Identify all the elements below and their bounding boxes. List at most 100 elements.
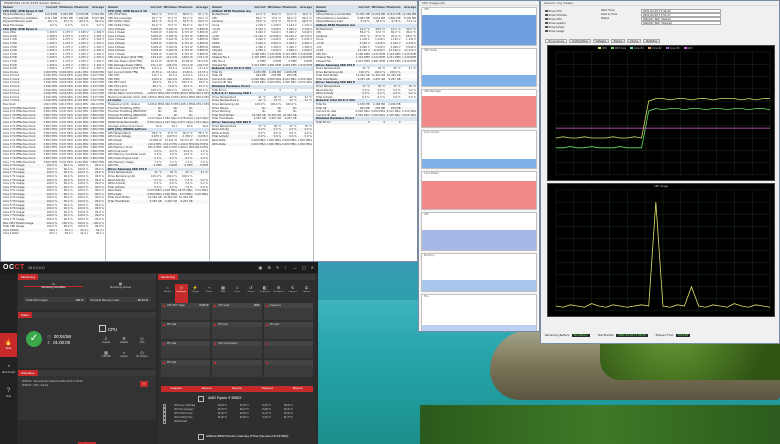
clear-log-button[interactable]: ✕ bbox=[140, 381, 148, 387]
log-viewer-window[interactable]: Generic Log Viewer Show CPU Show CPU Die S… bbox=[540, 0, 780, 344]
sensor-column-1[interactable]: Sensor Current Minimum Maximum Average CPU [#… bbox=[1, 6, 106, 261]
window-control-icon[interactable]: ✎ bbox=[276, 265, 279, 270]
monitor-tool-temp[interactable]: ♨ Temp bbox=[231, 284, 244, 304]
log-viewer-tab[interactable]: Statistics bbox=[642, 39, 660, 43]
checkbox[interactable] bbox=[545, 17, 548, 21]
hwinfo-window[interactable]: HWiNFO64 v6.41-4330 Sensor Status Sensor… bbox=[0, 0, 418, 262]
monitoring-tab[interactable]: ▭ Monitoring Simplifiée bbox=[24, 282, 83, 289]
sensor-tile[interactable]: PP Load bbox=[212, 322, 262, 339]
log-viewer-tab[interactable]: Cooling Fans bbox=[569, 39, 591, 43]
occt-monitoring-panel: Monitoring ⌂ Monitor ◷ Historique ⚡ Voltage ⌁ P… bbox=[158, 274, 316, 444]
monitor-tool-ram[interactable]: ▦ RAM bbox=[217, 284, 230, 304]
sensor-value: 0.000 MB/s bbox=[251, 142, 266, 146]
sensor-tile[interactable] bbox=[212, 360, 262, 377]
sensor-table-tab[interactable]: Moyenne bbox=[191, 386, 221, 392]
log-viewer-tab[interactable]: Powers bbox=[610, 39, 626, 43]
perf-graph[interactable]: VID bbox=[421, 212, 537, 251]
sensor-tile[interactable]: CPU Load 100% bbox=[212, 303, 262, 320]
sensor-table-tab[interactable]: Fréquence bbox=[161, 386, 191, 392]
checkbox[interactable] bbox=[545, 13, 548, 17]
sensor-tile[interactable]: Frequency bbox=[263, 303, 313, 320]
checkbox[interactable] bbox=[545, 21, 548, 25]
checkbox[interactable] bbox=[545, 25, 548, 29]
perf-graph[interactable]: Core Clocks bbox=[421, 130, 537, 169]
monitor-tool-frequence[interactable]: ◧ Frequence bbox=[258, 284, 271, 304]
legend-entry: Core #3 bbox=[665, 47, 680, 50]
occt-window[interactable]: OCCT V8.0.0.b11 ▣ ⚙ ✎ ☾ — ▢ ✕ 🔥 Tests ◔ Benchmark… bbox=[0, 262, 318, 444]
monitor-tool-ventilateurs[interactable]: ⚙ Ventilateurs bbox=[272, 284, 285, 304]
status-value: No battery bbox=[571, 334, 590, 337]
perf-graph[interactable]: Fan bbox=[421, 294, 537, 331]
checkbox[interactable] bbox=[545, 9, 548, 13]
sensor-row[interactable]: Total Host Reads 9,287 GB 9,287 GB 9,287 GB bbox=[106, 200, 209, 204]
sensor-tile[interactable] bbox=[263, 341, 313, 358]
sensor-reading bbox=[240, 420, 262, 424]
sensor-tile[interactable]: PP Load bbox=[263, 322, 313, 339]
monitor-tool-voltage[interactable]: ⚡ Voltage bbox=[189, 284, 202, 304]
sensor-value: 42.2 x bbox=[80, 232, 89, 236]
monitoring-summary: Total CPU Usage 100 % Physical Memory Load… bbox=[18, 294, 156, 305]
window-control-icon[interactable]: ☾ bbox=[284, 265, 288, 270]
log-viewer-tab[interactable]: Clocks bbox=[627, 39, 641, 43]
window-control-icon[interactable]: ▣ bbox=[259, 265, 263, 270]
performance-window[interactable]: CPU Usage (all) CPU CPU Temp CPU Package Co… bbox=[418, 0, 540, 332]
window-control-icon[interactable]: — bbox=[293, 265, 297, 270]
sidebar-item-aide[interactable]: ? Aide bbox=[0, 381, 17, 405]
monitor-tool-options[interactable]: ⛭ Options bbox=[300, 284, 313, 304]
perf-graph[interactable]: Memory bbox=[421, 253, 537, 292]
history-section: ✕ 00:00:00 · Test scheduler started at 2… bbox=[18, 376, 156, 420]
sensor-table-tab[interactable]: Moyenne bbox=[222, 386, 252, 392]
monitor-tool-label: Capteurs bbox=[288, 291, 298, 293]
window-control-icon[interactable]: ▢ bbox=[302, 265, 306, 270]
sensor-column-3[interactable]: Sensor Current Minimum Maximum Average ASRock… bbox=[210, 6, 314, 261]
window-control-icon[interactable]: ⚙ bbox=[267, 265, 271, 270]
sensor-tile[interactable]: PP Load bbox=[161, 341, 211, 358]
checkbox[interactable] bbox=[545, 29, 548, 33]
sensor-row[interactable]: Core 1 Ratio 39.2 x 36.2 x 42.2 x 39.2 x bbox=[1, 232, 105, 236]
monitor-tool-label: Voltage bbox=[191, 291, 199, 293]
monitor-tool-monitor[interactable]: ⌂ Monitor bbox=[161, 284, 174, 304]
sensor-tile[interactable]: PP Load bbox=[161, 360, 211, 377]
info-key bbox=[601, 21, 641, 25]
monitor-tool-vitesse[interactable]: ↺ Vitesse bbox=[244, 284, 257, 304]
sidebar-item-benchmark[interactable]: ◔ Benchmark bbox=[0, 357, 17, 381]
checkbox-label: Show temps bbox=[548, 25, 565, 29]
sidebar-item-tests[interactable]: 🔥 Tests bbox=[0, 333, 17, 357]
chart-legend: CPU CPU Core Core #1 Core #2 Core #3 GPU bbox=[598, 47, 693, 50]
window-control-icon[interactable]: ✕ bbox=[311, 265, 314, 270]
perf-graph[interactable]: Core Power bbox=[421, 171, 537, 210]
sensor-table-tab[interactable]: Fréquence bbox=[252, 386, 282, 392]
sensor-checkboxes bbox=[163, 404, 171, 424]
log-viewer-tab[interactable]: Voltages bbox=[592, 39, 609, 43]
sensor-table-row[interactable]: Motherboard bbox=[174, 420, 306, 424]
sensor-tile[interactable]: CPU Temperature bbox=[212, 341, 262, 358]
sensor-tile[interactable]: PP Load bbox=[161, 322, 211, 339]
perf-graph[interactable]: CPU Temp bbox=[421, 48, 537, 87]
monitor-tool-capteurs[interactable]: ↯ Capteurs bbox=[286, 284, 299, 304]
sensor-tile[interactable] bbox=[263, 360, 313, 377]
checkbox-label: Show CPU Die bbox=[548, 13, 567, 17]
legend-label: CPU bbox=[602, 47, 607, 50]
cpu-test-setting: ≈ Steady bbox=[116, 350, 132, 358]
monitor-tool-power[interactable]: ⌁ Power bbox=[203, 284, 216, 304]
occt-version: V8.0.0.b11 bbox=[27, 265, 45, 270]
sensor-checkbox[interactable] bbox=[163, 420, 166, 424]
info-value: Stability Test: Stopped bbox=[641, 21, 721, 25]
sensor-column-2[interactable]: Sensor Current Minimum Maximum Average CPU [#… bbox=[106, 6, 210, 261]
sensor-tile[interactable]: CPU PPT Usage 67,80 W bbox=[161, 303, 211, 320]
cpu-test-card[interactable]: CPU Σ Linpack ⚙ Variable ◴ Auto ▦ 7168 MB ≈ Stead… bbox=[96, 322, 152, 366]
sensor-column-4[interactable]: Sensor Current Minimum Maximum Average System… bbox=[314, 6, 417, 261]
cpu-test-setting: ⚙ Variable bbox=[116, 336, 132, 344]
checkbox-row[interactable]: Show usage bbox=[545, 29, 595, 33]
perf-graph[interactable]: CPU bbox=[421, 7, 537, 46]
monitor-tool-historique[interactable]: ◷ Historique bbox=[174, 284, 188, 304]
sensor-row[interactable]: Total Errors 0 0 0 bbox=[314, 121, 417, 125]
perf-graph[interactable]: CPU Package bbox=[421, 89, 537, 128]
sidebar-icon: ? bbox=[6, 388, 11, 394]
sensor-row[interactable]: Write Rate 0.000 MB/s 0.000 MB/s 0.000 MB/s… bbox=[210, 142, 313, 147]
perf-graphs: CPU CPU Temp CPU Package Core Clocks Core Po… bbox=[419, 7, 539, 331]
monitoring-tab[interactable]: ▦ Monitoring avancé bbox=[91, 282, 150, 289]
log-viewer-tab[interactable]: Temperatures bbox=[545, 39, 568, 43]
sensor-table-tab[interactable]: Moyenne bbox=[283, 386, 313, 392]
occt-left-panel: Monitoring ▭ Monitoring Simplifiée ▦ Monito… bbox=[18, 274, 156, 444]
